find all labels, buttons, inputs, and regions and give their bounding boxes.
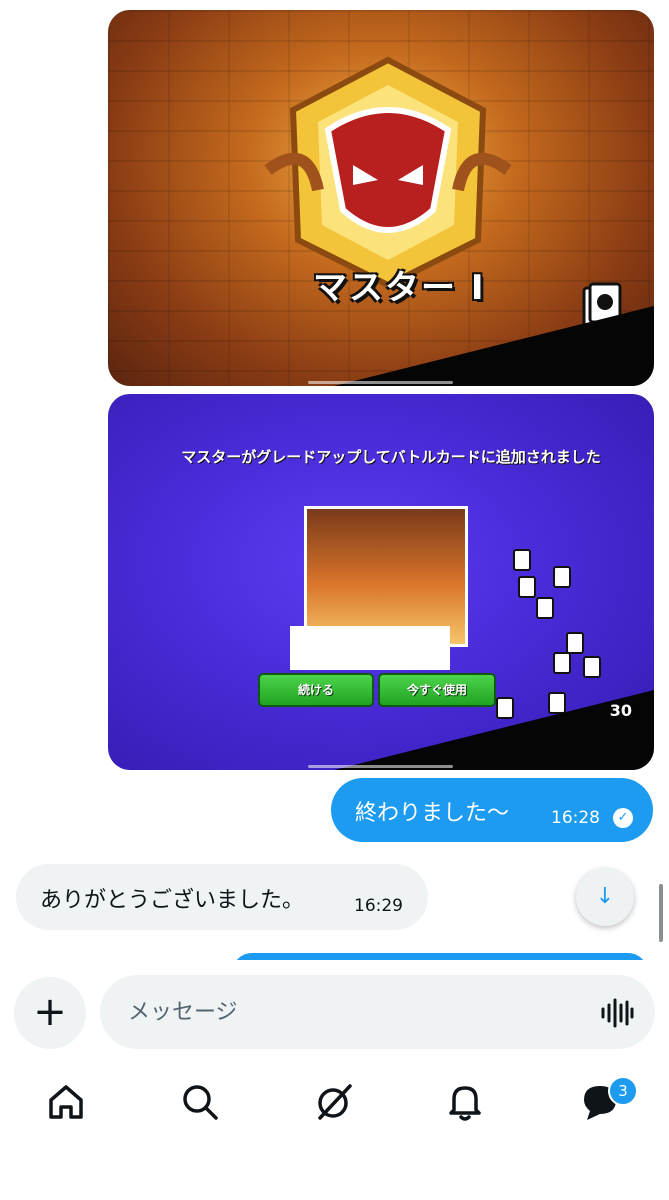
tab-home[interactable] <box>44 1080 88 1124</box>
skull-token-icon <box>536 597 554 619</box>
skull-token-icon <box>583 656 601 678</box>
tab-grok[interactable] <box>312 1080 356 1124</box>
outgoing-message[interactable]: 終わりました〜 16:28 ✓ <box>331 778 653 842</box>
image-scroll-indicator <box>308 381 453 384</box>
unread-badge: 3 <box>608 1076 638 1106</box>
image-scroll-indicator <box>308 765 453 768</box>
skull-token-icon <box>553 652 571 674</box>
upgrade-notice-text: マスターがグレードアップしてバトルカードに追加されました <box>181 448 601 466</box>
skull-token-icon <box>518 576 536 598</box>
plus-icon: + <box>33 989 67 1035</box>
arrow-down-icon: ↓ <box>595 884 615 909</box>
add-attachment-button[interactable]: + <box>14 977 86 1049</box>
read-check-icon: ✓ <box>613 808 633 828</box>
bell-icon <box>449 1086 481 1121</box>
message-text: ありがとうございました。 <box>40 888 305 913</box>
home-icon <box>49 1085 83 1119</box>
corner-shadow <box>334 690 654 770</box>
skull-token-icon <box>553 566 571 588</box>
token-count: 30 <box>609 701 632 720</box>
grok-icon <box>318 1084 352 1120</box>
scrollbar[interactable] <box>659 884 663 942</box>
voice-waveform-icon[interactable] <box>600 998 634 1028</box>
incoming-message[interactable]: ありがとうございました。 16:29 <box>16 864 428 930</box>
message-text: 終わりました〜 <box>355 801 510 826</box>
message-time: 16:28 <box>551 808 600 828</box>
rank-title: マスター I <box>313 268 486 308</box>
message-input[interactable] <box>100 975 655 1049</box>
tab-notifications[interactable] <box>443 1080 487 1124</box>
rank-up-image[interactable]: マスター I <box>108 10 654 386</box>
message-time: 16:29 <box>354 896 403 916</box>
tab-search[interactable] <box>178 1080 222 1124</box>
redacted-block <box>290 626 450 670</box>
scroll-to-bottom-button[interactable]: ↓ <box>576 868 634 926</box>
skull-token-icon <box>513 549 531 571</box>
skull-token-icon <box>566 632 584 654</box>
search-icon <box>183 1085 218 1120</box>
upgrade-notice-image[interactable]: マスターがグレードアップしてバトルカードに追加されました 続ける 今すぐ使用 3… <box>108 394 654 770</box>
corner-shadow <box>334 306 654 386</box>
